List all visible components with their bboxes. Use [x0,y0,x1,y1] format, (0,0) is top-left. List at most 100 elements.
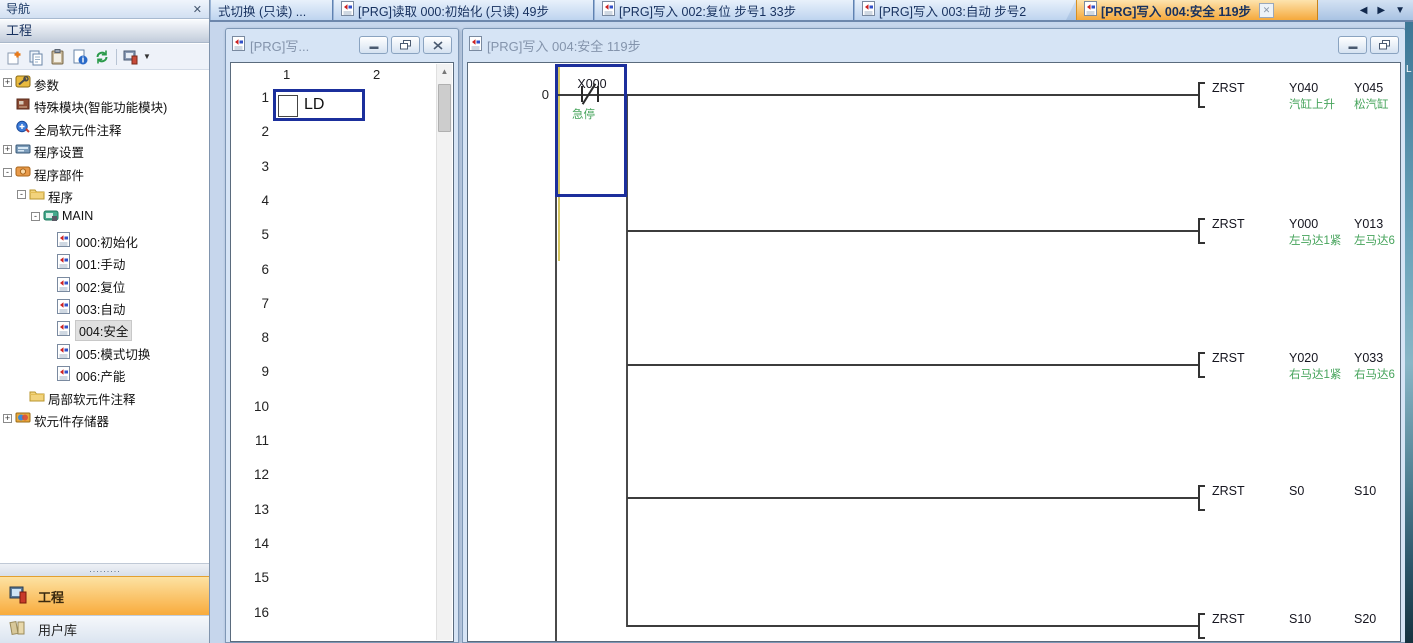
collapse-icon[interactable]: - [3,168,12,177]
navigation-toolbar: ▼ [0,44,209,70]
toolbar-separator [116,49,117,65]
project-section-title: 工程 [6,23,32,38]
tree-item-label: 005:模式切换 [76,344,150,363]
zrst-operand-1[interactable]: Y020 [1289,351,1318,365]
tab-scroll-left-icon[interactable]: ◀ [1360,5,1368,16]
zrst-operand-1[interactable]: Y000 [1289,217,1318,231]
zrst-operand-2[interactable]: S10 [1354,484,1376,498]
il-scroll-thumb[interactable] [438,84,451,132]
tree-item-001[interactable]: 001:手动 [0,251,209,273]
zrst-operand-1[interactable]: Y040 [1289,81,1318,95]
tab-scroll-right-icon[interactable]: ▶ [1377,5,1385,16]
module-icon [15,97,31,115]
tree-item-006[interactable]: 006:产能 [0,363,209,385]
operand-2-comment: 左马达6 [1354,235,1395,248]
tree-item-[interactable]: + 参数 [0,72,209,94]
zrst-instruction[interactable]: ZRST [1212,351,1245,365]
zrst-instruction[interactable]: ZRST [1212,484,1245,498]
tab-label: [PRG]写入 002:复位 步号1 33步 [619,1,796,20]
tab-1[interactable]: [PRG]读取 000:初始化 (只读) 49步 [333,0,594,20]
paste-icon[interactable] [47,47,69,67]
splitter-handle[interactable]: ......... [0,563,210,576]
tree-item-004[interactable]: 004:安全 [0,318,209,340]
comment-icon [15,120,31,138]
zrst-operand-1[interactable]: S0 [1289,484,1304,498]
restore-button[interactable] [1370,36,1399,54]
tab-2[interactable]: [PRG]写入 002:复位 步号1 33步 [594,0,854,20]
pou-icon [15,165,31,183]
ladder-editor-window: [PRG]写入 004:安全 119步 0 ZRSTY040Y045汽缸上升松汽… [462,28,1406,643]
restore-button[interactable] [391,36,420,54]
expand-icon[interactable]: + [3,414,12,423]
il-row-number: 7 [233,296,269,311]
zrst-bracket [1198,352,1205,378]
tree-item-005[interactable]: 005:模式切换 [0,341,209,363]
il-scrollbar[interactable]: ▲ [436,64,452,640]
navigation-pane-header: 导航 ✕ [0,0,209,19]
expand-icon[interactable]: + [3,78,12,87]
il-window-titlebar[interactable]: [PRG]写... [226,29,458,61]
chevron-down-icon[interactable]: ▼ [143,52,151,61]
sort-filter-icon[interactable] [120,47,142,67]
zrst-bracket [1198,613,1205,639]
operand-2-comment: 右马达6 [1354,369,1395,382]
tab-list-menu-icon[interactable]: ▼ [1395,5,1405,16]
tree-item-[interactable]: + 软元件存储器 [0,408,209,430]
zrst-instruction[interactable]: ZRST [1212,217,1245,231]
prg-file-icon [57,344,70,364]
tab-close-icon[interactable]: ✕ [1259,3,1274,18]
il-active-cell[interactable]: LD [273,89,365,121]
expand-icon[interactable]: + [3,145,12,154]
rung-wire [627,364,1198,366]
collapse-icon[interactable]: - [31,212,40,221]
tab-active[interactable]: [PRG]写入 004:安全 119步 ✕ [1076,0,1318,20]
il-editor-area[interactable]: 1212345678910111213141516LD▲ [230,62,454,642]
refresh-icon[interactable] [91,47,113,67]
tree-item-label: 参数 [34,75,59,94]
tab-0[interactable]: 式切换 (只读) ... [210,0,333,20]
settings-icon [15,142,31,160]
scroll-up-icon[interactable]: ▲ [437,64,452,80]
zrst-instruction[interactable]: ZRST [1212,612,1245,626]
add-icon[interactable] [3,47,25,67]
prg-file-icon [602,1,615,19]
tab-3[interactable]: [PRG]写入 003:自动 步号2 [854,0,1076,20]
tree-item-[interactable]: 局部软元件注释 [0,386,209,408]
tree-item-main[interactable]: -MAIN [0,206,209,228]
copy-icon[interactable] [25,47,47,67]
nav-category-user-library[interactable]: 用户库 [0,615,210,643]
close-button[interactable] [423,36,452,54]
il-column-header: 1 [283,67,297,82]
tree-item-label: 软元件存储器 [34,411,109,430]
device-comment-icon[interactable] [69,47,91,67]
zrst-operand-2[interactable]: Y013 [1354,217,1383,231]
tree-item-003[interactable]: 003:自动 [0,296,209,318]
nav-category-project[interactable]: 工程 [0,576,210,615]
tree-item-[interactable]: -程序部件 [0,162,209,184]
tree-item-[interactable]: 全局软元件注释 [0,117,209,139]
tree-item-[interactable]: -程序 [0,184,209,206]
ladder-editor-area[interactable]: 0 ZRSTY040Y045汽缸上升松汽缸ZRSTY000Y013左马达1紧左马… [467,62,1401,642]
il-row-number: 3 [233,159,269,174]
collapse-icon[interactable]: - [17,190,26,199]
tree-item-[interactable]: +程序设置 [0,139,209,161]
ladder-selection-cursor [555,64,627,197]
tree-item-000[interactable]: 000:初始化 [0,229,209,251]
ladder-window-titlebar[interactable]: [PRG]写入 004:安全 119步 [463,29,1405,61]
zrst-operand-2[interactable]: Y033 [1354,351,1383,365]
zrst-bracket [1198,218,1205,244]
tree-item-002[interactable]: 002:复位 [0,274,209,296]
close-icon[interactable]: ✕ [193,1,202,19]
tree-item-[interactable]: 特殊模块(智能功能模块) [0,94,209,116]
tab-label: [PRG]写入 004:安全 119步 [1101,1,1251,20]
zrst-operand-1[interactable]: S10 [1289,612,1311,626]
operand-2-comment: 松汽缸 [1354,99,1389,112]
minimize-button[interactable] [1338,36,1367,54]
zrst-operand-2[interactable]: S20 [1354,612,1376,626]
library-icon [8,619,30,640]
zrst-operand-2[interactable]: Y045 [1354,81,1383,95]
il-row-number: 2 [233,124,269,139]
zrst-instruction[interactable]: ZRST [1212,81,1245,95]
minimize-button[interactable] [359,36,388,54]
tree-item-label: 003:自动 [76,299,125,318]
